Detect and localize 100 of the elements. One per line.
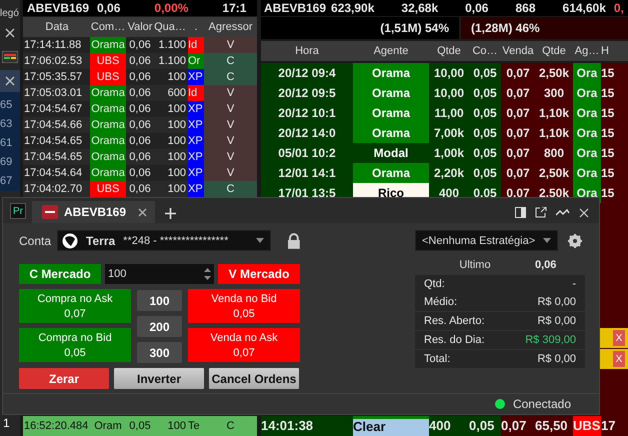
list-number: 65 — [0, 98, 14, 113]
table-cell-text: 0,06 — [128, 70, 152, 85]
column-header[interactable]: Data — [23, 21, 90, 33]
column-header[interactable]: Qtde — [535, 45, 573, 57]
market-buy-button[interactable]: C Mercado — [19, 264, 101, 284]
app-badge[interactable]: Pr — [10, 203, 26, 219]
table-cell: 15 — [601, 103, 628, 123]
table-cell: V — [204, 85, 257, 101]
column-header[interactable]: Com… — [90, 21, 126, 33]
table-cell: Ora — [573, 63, 601, 83]
quantity-button[interactable]: 200 — [137, 316, 182, 337]
table-cell: Orama — [90, 133, 126, 149]
action-button[interactable]: Zerar — [19, 368, 109, 389]
remove-button[interactable]: X — [613, 351, 625, 367]
column-header[interactable]: . — [188, 21, 204, 33]
table-cell: 400 — [429, 416, 469, 436]
table-cell: 300 — [535, 83, 573, 103]
table-cell-text: Te — [188, 420, 201, 432]
add-tab-icon[interactable] — [165, 208, 176, 219]
chart-line-icon[interactable] — [556, 208, 570, 218]
table-cell-text: 17:04:02.70 — [23, 182, 84, 197]
quantity-button[interactable]: 100 — [137, 290, 182, 311]
table-cell: 10,00 — [429, 83, 469, 103]
window-tab[interactable]: ABEVB169 — [32, 201, 156, 223]
table-cell-text: 16:52:20.484 — [23, 420, 90, 432]
table-cell: Ora — [573, 103, 601, 123]
table-cell: Orama — [90, 101, 126, 117]
table-cell: 0,07 — [501, 123, 535, 143]
table-cell-text: 100 — [166, 166, 187, 181]
spinner-icon[interactable] — [204, 267, 211, 281]
sell-volume-bar: (1,28M) 46% — [461, 17, 628, 39]
table-cell: UBS — [90, 181, 126, 197]
market-sell-button[interactable]: V Mercado — [218, 264, 300, 284]
column-header[interactable]: Co… — [469, 45, 501, 57]
column-header[interactable]: Qtde — [429, 45, 469, 57]
settings-icon[interactable] — [568, 234, 582, 248]
remove-button[interactable]: X — [613, 330, 625, 346]
symbol-label: ABEVB169 — [26, 1, 90, 15]
table-cell: 1,00k — [429, 143, 469, 163]
table-cell: V — [204, 101, 257, 117]
close-icon[interactable] — [4, 75, 16, 87]
table-cell: XP — [188, 181, 204, 197]
strategy-dropdown[interactable]: <Nenhuma Estratégia> — [415, 230, 558, 251]
column-header[interactable]: Venda — [501, 45, 535, 57]
table-cell: Clear — [353, 416, 429, 436]
list-number: 69 — [0, 155, 14, 170]
column-header[interactable]: Ag… — [573, 45, 601, 57]
table-cell-text: 100 — [166, 150, 187, 165]
sell-button[interactable]: Venda no Bid 0,05 — [188, 289, 300, 323]
column-header[interactable]: Agente — [353, 45, 429, 57]
table-cell: XP — [188, 101, 204, 117]
last-price: 0,06 — [96, 1, 122, 15]
buy-button[interactable]: Compra no Ask 0,07 — [19, 289, 131, 323]
table-cell-text: 100 — [166, 102, 187, 117]
caret-icon — [543, 238, 551, 243]
column-header[interactable]: H — [601, 45, 628, 57]
table-cell: XP — [188, 69, 204, 85]
table-cell: Modal — [353, 143, 429, 163]
table-cell-text: 0,05 — [128, 420, 152, 432]
action-button[interactable]: Inverter — [114, 368, 204, 389]
close-icon[interactable] — [579, 208, 589, 218]
buy-button[interactable]: Compra no Bid 0,05 — [19, 328, 131, 362]
toolbar-bars-icon[interactable] — [2, 51, 18, 63]
sell-button[interactable]: Venda no Ask 0,07 — [188, 328, 300, 362]
table-cell-text: 600 — [166, 86, 187, 101]
table-cell-text: 0,06 — [128, 86, 152, 101]
table-cell: 15 — [601, 123, 628, 143]
close-icon[interactable] — [4, 27, 16, 39]
column-header[interactable]: Qua… — [154, 21, 188, 33]
table-cell: XP — [188, 149, 204, 165]
table-cell: C — [204, 69, 257, 85]
tab-label: ABEVB169 — [64, 205, 126, 219]
table-cell: V — [204, 165, 257, 181]
close-icon[interactable] — [138, 208, 148, 216]
column-header[interactable]: Valor — [126, 21, 154, 33]
account-dropdown[interactable]: Terra **248 - **************** — [57, 230, 272, 251]
quantity-button[interactable]: 300 — [137, 342, 182, 363]
column-header[interactable]: Hora — [261, 45, 353, 57]
table-cell: Or — [188, 53, 204, 69]
lock-icon[interactable] — [287, 232, 301, 248]
table-cell: 65,50 — [535, 416, 573, 436]
table-cell-text: 0,06 — [128, 166, 152, 181]
list-number: 1 — [2, 416, 11, 432]
table-cell: Ora — [573, 83, 601, 103]
field-label: Conta — [19, 234, 52, 248]
action-button[interactable]: Cancel Ordens — [209, 368, 299, 389]
list-number: 63 — [0, 117, 14, 132]
table-cell: V — [204, 133, 257, 149]
panel-icon[interactable] — [515, 207, 526, 218]
time-label: 17:1 — [221, 1, 248, 15]
column-header[interactable]: Agressor — [204, 21, 257, 33]
table-cell: Orama — [90, 165, 126, 181]
table-cell-text: 17:05:35.57 — [23, 70, 84, 85]
table-cell-text: 0,06 — [128, 150, 152, 165]
quantity-field[interactable]: 100 — [105, 264, 214, 284]
table-cell-text: 100 — [166, 70, 187, 85]
table-cell-text: 0,06 — [128, 54, 152, 69]
table-cell-text: 17:04:54.66 — [23, 118, 84, 133]
popout-icon[interactable] — [535, 207, 547, 218]
table-cell-text: 1.100 — [157, 38, 187, 53]
